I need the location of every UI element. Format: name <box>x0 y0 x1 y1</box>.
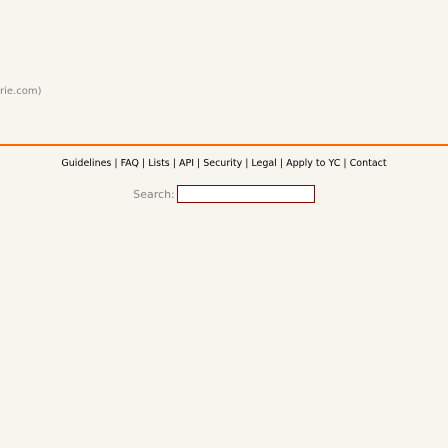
footer-separator: | <box>172 158 176 169</box>
footer-link-security[interactable]: Security <box>203 158 242 169</box>
footer-links: Guidelines | FAQ | Lists | API | Security | Legal |… <box>0 158 448 169</box>
footer-separator: | <box>114 158 118 169</box>
footer-separator: | <box>343 158 347 169</box>
footer-separator: | <box>142 158 146 169</box>
footer-link-guidelines[interactable]: Guidelines <box>61 158 111 169</box>
comment-tail-text: rie.com) <box>0 86 42 97</box>
footer-link-api[interactable]: API <box>179 158 194 169</box>
search-form: Search: <box>0 183 448 205</box>
search-input[interactable] <box>176 185 315 203</box>
search-label: Search: <box>133 187 175 201</box>
footer-link-contact[interactable]: Contact <box>350 158 387 169</box>
footer-link-faq[interactable]: FAQ <box>121 158 139 169</box>
page: rie.com) Guidelines | FAQ | Lists | API | Securi… <box>0 0 448 448</box>
footer-link-lists[interactable]: Lists <box>148 158 170 169</box>
footer-separator: | <box>197 158 201 169</box>
footer-link-apply-to-yc[interactable]: Apply to YC <box>286 158 340 169</box>
footer-divider <box>0 144 448 146</box>
footer-link-legal[interactable]: Legal <box>251 158 276 169</box>
footer-separator: | <box>279 158 284 169</box>
